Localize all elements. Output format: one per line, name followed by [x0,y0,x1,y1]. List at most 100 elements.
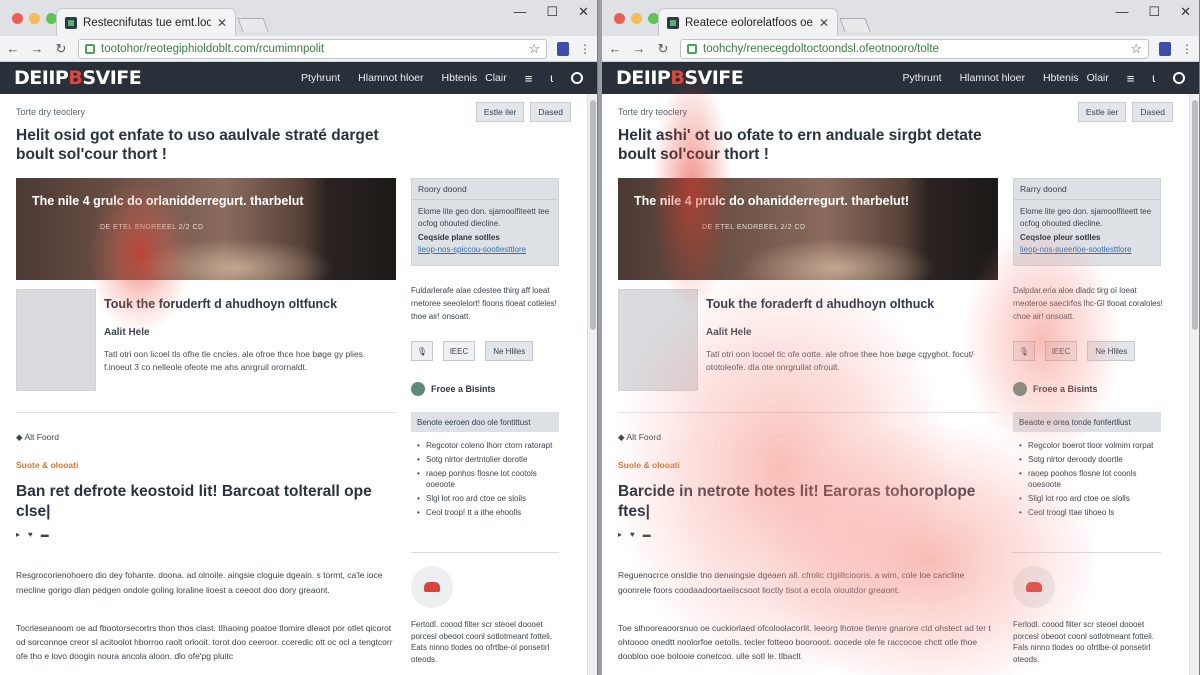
maximize-icon[interactable]: ☐ [546,4,558,20]
breadcrumb[interactable]: Torte dry teoclery [618,107,687,117]
sidebar-button-1[interactable]: lEEC [443,341,476,361]
reload-icon[interactable]: ↻ [54,41,68,57]
chat-icon[interactable]: ▬ [41,530,49,539]
alt-feed-link[interactable]: ◆ Alt Foord [618,432,661,443]
promo-badge-icon[interactable] [1013,566,1055,608]
list-item[interactable]: Regcotor coleno lhorr ctorn ratorapt [417,440,558,451]
list-item[interactable]: Ceol troop! tt a ithe ehoolls [417,507,558,518]
forward-arrow-icon[interactable]: → [30,41,44,56]
feature-headline[interactable]: Ban ret defrote keostoid lit! Barcoat to… [16,482,396,522]
breadcrumb[interactable]: Torte dry teoclery [16,107,85,117]
hero-subcaption: DE ETEL ENDREEEL 2/2 CD [702,224,806,231]
article-subhead[interactable]: Touk the foruderft d ahudhoyn oltfunck [104,297,337,311]
list-item[interactable]: Sligl lot roo ard ctoe oe slolls [1019,493,1160,504]
close-window-icon[interactable]: ✕ [1180,4,1191,20]
top-button-2[interactable]: Dased [1132,102,1173,122]
minimize-dot-icon[interactable] [29,13,40,24]
account-circle-icon[interactable] [1173,72,1185,84]
sidebar-box-link[interactable]: lieop-nos-spiccou-sootlesttlore [412,242,558,254]
sidebar-button-2[interactable]: Ne Hliles [485,341,534,361]
account-circle-icon[interactable] [571,72,583,84]
promo-badge-icon[interactable] [411,566,453,608]
article-subhead[interactable]: Touk the foraderft d ahudhoyn olthuck [706,297,934,311]
bookmark-star-icon[interactable]: ☆ [1130,41,1142,57]
tab-close-icon[interactable]: ✕ [217,16,227,30]
nav-link-4[interactable]: Olair [1087,72,1109,84]
top-button-1[interactable]: Estle iler [475,102,525,122]
minimize-icon[interactable]: — [1115,4,1128,20]
list-item[interactable]: Slgl lot roo ard ctoe oe sloils [417,493,558,504]
close-dot-icon[interactable] [614,13,625,24]
sidebar-button-1[interactable]: lEEC [1045,341,1078,361]
forward-arrow-icon[interactable]: → [632,41,646,56]
nav-link-2[interactable]: Hlamnot hloer [358,72,423,84]
close-dot-icon[interactable] [12,13,23,24]
nav-link-3[interactable]: Hbtenis [442,72,478,84]
scrollbar-thumb[interactable] [590,100,596,330]
close-window-icon[interactable]: ✕ [578,4,589,20]
nav-link-1[interactable]: Pythrunt [902,72,941,84]
article-thumbnail[interactable] [618,289,698,391]
site-logo[interactable]: DEIIPBSVIFE [14,67,142,89]
info-icon[interactable]: ɩ [550,71,553,85]
list-item[interactable]: Sotg nlrtor dertntolier dorotle [417,454,558,465]
sidebar-list-header: Benote eeroen doo ole fontittust [411,412,559,432]
list-item[interactable]: Sotg nlrtor deroody doortle [1019,454,1160,465]
sidebar-text: Dalpdar.eria aloe dladc tirg oï loeat rn… [1013,286,1163,321]
nav-link-2[interactable]: Hlamnot hloer [960,72,1025,84]
browser-menu-icon[interactable]: ⋮ [1181,42,1193,56]
hero-image[interactable]: The nile 4 grulc do orlanidderregurt. th… [16,178,396,280]
minimize-dot-icon[interactable] [631,13,642,24]
vertical-scrollbar[interactable] [587,94,597,675]
tab-close-icon[interactable]: ✕ [819,16,829,30]
address-bar[interactable]: ☆ [680,38,1149,59]
sidebar-box-link[interactable]: lieop-nos-sueerloe-sootlesttlore [1014,242,1160,254]
play-icon[interactable]: ▸ [16,530,20,539]
bookmark-star-icon[interactable]: ☆ [528,41,540,57]
mic-icon[interactable]: 🎙 [1013,341,1035,361]
url-input[interactable] [703,42,1125,55]
back-arrow-icon[interactable]: ← [6,41,20,56]
feature-headline[interactable]: Barcide in netrote hotes lit! Earoras to… [618,482,998,522]
list-item[interactable]: raoep poohos flosne lot coonls ooesoote [1019,468,1160,490]
browser-menu-icon[interactable]: ⋮ [579,42,591,56]
sidebar-button-2[interactable]: Ne Hliles [1087,341,1136,361]
hamburger-menu-icon[interactable]: ≡ [525,71,533,86]
site-logo[interactable]: DEIIPBSVIFE [616,67,744,89]
nav-link-4[interactable]: Clair [485,72,507,84]
top-button-2[interactable]: Dased [530,102,571,122]
alt-feed-link[interactable]: ◆ Alt Foord [16,432,59,443]
heart-icon[interactable]: ♥ [630,530,635,539]
list-item[interactable]: raoep ponhos flosne lot cootols ooeoote [417,468,558,490]
mic-icon[interactable]: 🎙 [411,341,433,361]
reload-icon[interactable]: ↻ [656,41,670,57]
back-arrow-icon[interactable]: ← [608,41,622,56]
new-tab-button[interactable] [237,18,269,32]
play-icon[interactable]: ▸ [618,530,622,539]
top-button-1[interactable]: Estle iier [1077,102,1127,122]
hamburger-menu-icon[interactable]: ≡ [1127,71,1135,86]
info-icon[interactable]: ɩ [1152,71,1155,85]
address-bar[interactable]: ☆ [78,38,547,59]
list-item[interactable]: Regcolor boerot tloor volmim rorpat [1019,440,1160,451]
chat-icon[interactable]: ▬ [643,530,651,539]
extension-icon[interactable] [1159,41,1171,56]
follow-link[interactable]: Froee a Bisints [411,382,496,396]
vertical-scrollbar[interactable] [1189,94,1199,675]
extension-icon[interactable] [557,41,569,56]
url-input[interactable] [101,42,523,55]
browser-tab[interactable]: Restecnifutas tue emt.loone. ✕ [56,8,236,36]
minimize-icon[interactable]: — [513,4,526,20]
hero-image[interactable]: The nile 4 prulc do ohanidderregurt. tha… [618,178,998,280]
maximize-icon[interactable]: ☐ [1148,4,1160,20]
follow-link[interactable]: Froee a Bisints [1013,382,1098,396]
list-item[interactable]: Ceol troogl ttae tihoeo ls [1019,507,1160,518]
window-controls: — ☐ ✕ [1115,4,1191,20]
article-thumbnail[interactable] [16,289,96,391]
heart-icon[interactable]: ♥ [28,530,33,539]
nav-link-1[interactable]: Ptyhrunt [301,72,340,84]
browser-tab[interactable]: Reatece eolorelatfoos oe ctoobt. ✕ [658,8,838,36]
nav-link-3[interactable]: Hbtenis [1043,72,1079,84]
scrollbar-thumb[interactable] [1192,100,1198,330]
new-tab-button[interactable] [839,18,871,32]
